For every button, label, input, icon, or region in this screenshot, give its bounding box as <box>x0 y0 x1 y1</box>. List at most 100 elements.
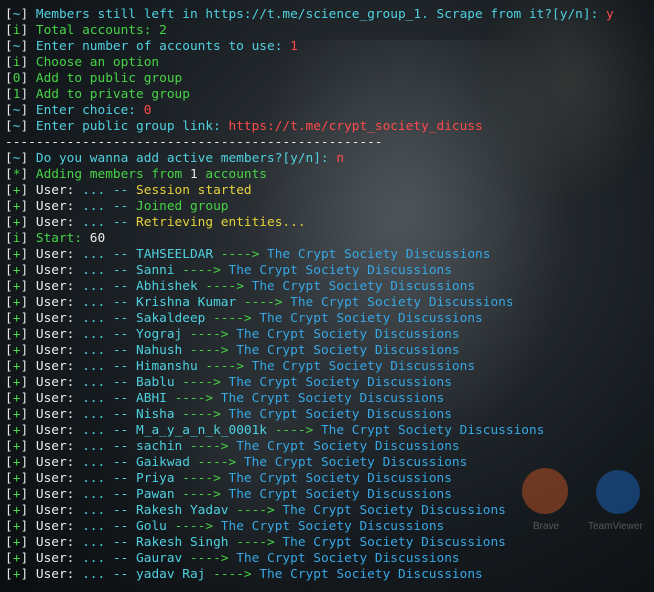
line-text: Sakaldeep <box>136 311 206 326</box>
line-text: ----> <box>174 375 229 390</box>
line-text: ----> <box>182 343 237 358</box>
terminal-line: [+] User: ... -- TAHSEELDAR ----> The Cr… <box>5 247 654 263</box>
bracket-close: ] <box>20 231 36 246</box>
line-text: User: <box>35 471 83 486</box>
bracket-open: [ <box>5 183 13 198</box>
bracket-open: [ <box>5 391 13 406</box>
line-text: User: <box>35 295 83 310</box>
bracket-open: [ <box>5 39 13 54</box>
line-text: ... -- <box>82 327 137 342</box>
line-text: ----> <box>228 535 283 550</box>
line-text: User: <box>35 423 83 438</box>
bracket-open: [ <box>5 471 13 486</box>
terminal-line: [+] User: ... -- ABHI ----> The Crypt So… <box>5 391 654 407</box>
line-text: ----> <box>205 567 260 582</box>
line-text: Yograj <box>136 327 183 342</box>
line-text: ----> <box>267 423 321 438</box>
bracket-open: [ <box>5 215 13 230</box>
terminal-line: [+] User: ... -- Himanshu ----> The Cryp… <box>5 359 654 375</box>
bracket-open: [ <box>5 487 13 502</box>
line-text: ... -- <box>82 295 137 310</box>
line-text: The Crypt Society Discussions <box>228 487 452 502</box>
line-text: Abhishek <box>136 279 198 294</box>
terminal-line: [~] Do you wanna add active members?[y/n… <box>5 151 654 167</box>
line-text: User: <box>35 183 83 198</box>
line-text: User: <box>35 263 83 278</box>
bracket-open: [ <box>5 567 13 582</box>
bracket-close: ] <box>20 183 36 198</box>
line-text: User: <box>35 311 83 326</box>
bracket-open: [ <box>5 199 13 214</box>
line-text: ... -- <box>82 311 137 326</box>
bracket-open: [ <box>5 119 13 134</box>
line-text: User: <box>35 567 83 582</box>
line-text: Nisha <box>136 407 175 422</box>
line-text: Rakesh Yadav <box>136 503 229 518</box>
bracket-open: [ <box>5 263 13 278</box>
bracket-close: ] <box>20 567 36 582</box>
line-text: https://t.me/crypt_society_dicuss <box>228 119 483 134</box>
line-text: ... -- <box>82 407 137 422</box>
line-text: The Crypt Society Discussions <box>220 519 445 534</box>
line-text: 1 <box>290 39 298 54</box>
line-text: ... -- <box>82 567 137 582</box>
bracket-close: ] <box>20 39 36 54</box>
terminal-line: [+] User: ... -- Sanni ----> The Crypt S… <box>5 263 654 279</box>
line-text: ... -- <box>82 487 137 502</box>
terminal-window[interactable]: Brave TeamViewer [~] Members still left … <box>0 0 654 592</box>
terminal-line: [~] Members still left in https://t.me/s… <box>5 7 654 23</box>
line-text: User: <box>35 279 83 294</box>
line-text: User: <box>35 327 83 342</box>
line-text: The Crypt Society Discussions <box>243 455 468 470</box>
terminal-line: [+] User: ... -- Retrieving entities... <box>5 215 654 231</box>
bracket-close: ] <box>20 391 36 406</box>
bracket-close: ] <box>20 503 36 518</box>
line-text: The Crypt Society Discussions <box>228 407 452 422</box>
line-text: User: <box>35 487 83 502</box>
bracket-close: ] <box>20 119 36 134</box>
line-text: User: <box>35 519 83 534</box>
line-text: Nahush <box>136 343 183 358</box>
line-text: Retrieving entities... <box>136 215 306 230</box>
bracket-close: ] <box>20 311 36 326</box>
bracket-close: ] <box>20 439 36 454</box>
line-text: ... -- <box>82 551 137 566</box>
line-text: User: <box>35 375 83 390</box>
line-text: The Crypt Society Discussions <box>320 423 545 438</box>
bracket-close: ] <box>20 71 36 86</box>
line-text: User: <box>35 343 83 358</box>
terminal-line: [~] Enter public group link: https://t.m… <box>5 119 654 135</box>
bracket-close: ] <box>20 471 36 486</box>
line-text: Krishna Kumar <box>136 295 237 310</box>
line-text: ... -- <box>82 423 137 438</box>
line-text: The Crypt Society Discussions <box>267 247 491 262</box>
bracket-open: [ <box>5 167 13 182</box>
line-text: Rakesh Singh <box>136 535 229 550</box>
line-text: Pawan <box>136 487 175 502</box>
terminal-line: [~] Enter number of accounts to use: 1 <box>5 39 654 55</box>
line-text: Gaurav <box>136 551 183 566</box>
line-text: ----> <box>166 391 221 406</box>
line-text: The Crypt Society Discussions <box>236 327 460 342</box>
bracket-open: [ <box>5 311 13 326</box>
line-text: The Crypt Society Discussions <box>228 471 452 486</box>
line-text: The Crypt Society Discussions <box>236 551 460 566</box>
terminal-line: [+] User: ... -- Gaikwad ----> The Crypt… <box>5 455 654 471</box>
bracket-close: ] <box>20 343 36 358</box>
line-text: The Crypt Society Discussions <box>282 535 506 550</box>
line-text: User: <box>35 199 83 214</box>
bracket-close: ] <box>20 455 36 470</box>
line-text: The Crypt Society Discussions <box>220 391 445 406</box>
bracket-open: [ <box>5 103 13 118</box>
terminal-line: [i] Total accounts: 2 <box>5 23 654 39</box>
line-text: yadav Raj <box>136 567 206 582</box>
bracket-open: [ <box>5 295 13 310</box>
line-text: The Crypt Society Discussions <box>228 263 452 278</box>
bracket-close: ] <box>20 487 36 502</box>
terminal-line: [+] User: ... -- Gaurav ----> The Crypt … <box>5 551 654 567</box>
bracket-close: ] <box>20 7 36 22</box>
line-text: ----> <box>213 247 268 262</box>
bracket-close: ] <box>20 23 36 38</box>
line-text: ----> <box>205 311 260 326</box>
terminal-line: [i] Choose an option <box>5 55 654 71</box>
